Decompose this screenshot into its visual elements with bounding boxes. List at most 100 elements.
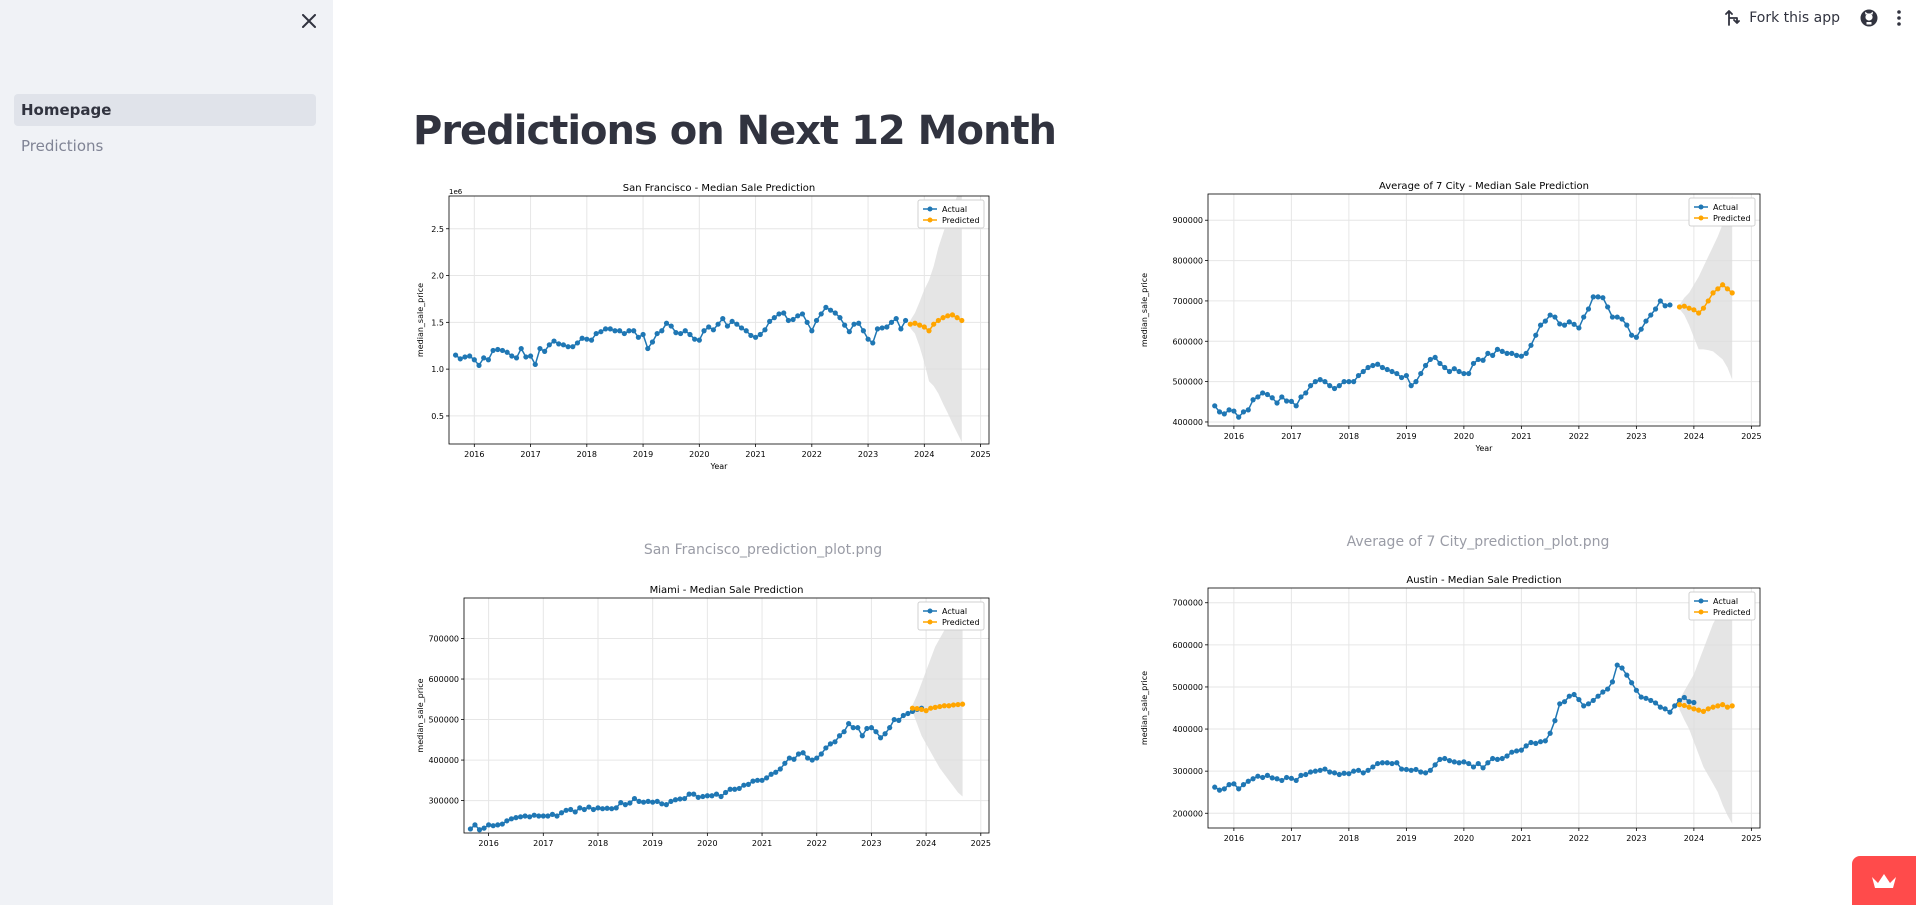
- chart-austin-actual-point-31: [1360, 770, 1366, 776]
- chart-miami-actual-point-50: [695, 794, 701, 800]
- chart-avg-actual-point-41: [1408, 383, 1414, 389]
- chart-austin-actual-point-34: [1375, 760, 1381, 767]
- chart-sf-actual-point-58: [724, 323, 731, 329]
- chart-miami-actual-point-29: [599, 806, 606, 812]
- chart-austin-ytick-label-5: 700000: [1172, 599, 1203, 608]
- chart-austin-actual-point-85: [1619, 665, 1625, 671]
- chart-austin-actual-point-74: [1566, 693, 1572, 699]
- chart-avg-actual-point-67: [1533, 332, 1539, 338]
- chart-austin-actual-point-44: [1422, 770, 1429, 776]
- chart-austin-actual-point-22: [1317, 767, 1323, 773]
- chart-miami-actual-point-54: [713, 791, 720, 797]
- chart-miami-actual-point-10: [513, 815, 519, 821]
- chart-austin-actual-point-66: [1528, 739, 1534, 746]
- chart-miami-actual-point-36: [631, 795, 638, 802]
- chart-sf-xtick-label-4: 2020: [689, 450, 709, 459]
- main-menu-button[interactable]: [1896, 10, 1902, 26]
- chart-austin-actual-point-70: [1547, 730, 1553, 736]
- chart-austin-actual-point-39: [1399, 766, 1405, 772]
- chart-sf-actual-point-24: [565, 344, 571, 350]
- chart-avg-actual-point-91: [1648, 312, 1654, 318]
- chart-miami-actual-point-14: [531, 812, 537, 818]
- fork-app-button[interactable]: Fork this app: [1725, 9, 1840, 27]
- chart-avg-actual-point-71: [1552, 314, 1558, 320]
- chart-miami-actual-point-79: [827, 741, 834, 747]
- chart-miami-actual-point-82: [841, 729, 847, 735]
- chart-miami-predicted-point-7: [941, 703, 947, 709]
- chart-austin-xtick-label-2: 2018: [1339, 834, 1359, 843]
- chart-austin-actual-point-84: [1614, 662, 1620, 668]
- chart-miami-ylabel: median_sale_price: [416, 678, 425, 752]
- chart-avg-actual-point-27: [1341, 379, 1347, 385]
- chart-miami: Miami - Median Sale Prediction 2016 2017 20…: [413, 582, 1113, 905]
- chart-sf-actual-point-89: [870, 340, 876, 346]
- chart-sf-actual-point-84: [846, 329, 852, 335]
- chart-austin-predicted-point-6: [1705, 706, 1711, 712]
- chart-avg-actual-point-72: [1557, 321, 1563, 327]
- chart-miami-xtick-label-6: 2022: [807, 839, 827, 848]
- close-sidebar-button[interactable]: [296, 8, 322, 34]
- chart-sf-legend-marker-1: [927, 217, 933, 223]
- chart-austin-actual-point-98: [1681, 694, 1687, 701]
- chart-sf-actual-point-25: [570, 344, 576, 350]
- chart-sf-actual-point-20: [546, 342, 552, 348]
- chart-sf-predicted-point-8: [945, 313, 951, 319]
- chart-austin-actual-point-27: [1341, 770, 1347, 776]
- chart-sf-actual-point-47: [673, 330, 679, 336]
- chart-avg-predicted-point-0: [1676, 304, 1683, 310]
- chart-miami-actual-point-80: [832, 739, 838, 745]
- chart-avg-actual-point-4: [1231, 408, 1237, 414]
- chart-sf-actual-point-54: [706, 324, 712, 330]
- chart-austin-actual-point-59: [1494, 756, 1501, 762]
- chart-austin-actual-point-93: [1657, 704, 1663, 710]
- chart-austin-predicted-point-9: [1720, 702, 1726, 708]
- chart-sf-predicted-point-7: [940, 315, 946, 321]
- nav-item-homepage[interactable]: Homepage: [14, 94, 316, 126]
- nav-item-predictions[interactable]: Predictions: [14, 130, 316, 162]
- chart-sf-ytick-label-2: 1.5: [431, 318, 444, 327]
- github-button[interactable]: [1860, 9, 1878, 27]
- chart-miami-actual-point-59: [736, 785, 742, 792]
- chart-sf-actual-point-41: [645, 345, 651, 352]
- chart-miami-xtick-label-7: 2023: [861, 839, 881, 848]
- chart-avg-actual-point-64: [1518, 353, 1524, 359]
- chart-sf-actual-point-86: [856, 320, 862, 326]
- chart-miami-actual-point-44: [668, 798, 674, 804]
- chart-avg-actual-point-94: [1662, 303, 1668, 309]
- chart-sf-actual-point-85: [851, 321, 857, 327]
- chart-avg-actual-point-24: [1327, 383, 1333, 389]
- chart-sf-actual-point-79: [823, 304, 829, 310]
- chart-miami-actual-point-25: [581, 806, 587, 813]
- chart-miami-actual-point-8: [504, 818, 510, 824]
- chart-avg-actual-point-80: [1595, 294, 1601, 300]
- chart-austin-ytick-label-2: 400000: [1172, 725, 1203, 734]
- chart-austin-predicted-point-4: [1696, 707, 1702, 713]
- chart-miami-actual-point-86: [859, 733, 865, 739]
- chart-avg-predicted-point-8: [1715, 286, 1721, 292]
- chart-sf-actual-point-29: [588, 337, 595, 343]
- chart-sf-y-scale-label: 1e6: [449, 188, 463, 196]
- streamlit-badge[interactable]: [1852, 856, 1916, 905]
- chart-sf-actual-point-2: [462, 354, 468, 360]
- chart-austin-actual-point-6: [1240, 782, 1247, 788]
- chart-avg-axes-frame: [1207, 193, 1761, 427]
- chart-miami-actual-point-49: [691, 791, 697, 797]
- chart-sf-actual-point-93: [888, 319, 895, 325]
- chart-austin-ytick-label-0: 200000: [1172, 809, 1203, 818]
- chart-sf-actual-point-10: [499, 347, 506, 354]
- chart-sf-actual-point-36: [621, 330, 627, 337]
- chart-miami-actual-point-11: [517, 814, 524, 820]
- chart-miami-xtick-label-2: 2018: [588, 839, 608, 848]
- chart-miami-xtick-label-9: 2025: [971, 839, 991, 848]
- chart-austin-predicted-point-8: [1715, 703, 1721, 709]
- chart-sf-xlabel: Year: [710, 462, 729, 471]
- chart-sf-predicted-point-2: [917, 322, 923, 328]
- chart-sf-actual-point-50: [687, 331, 693, 338]
- chart-sf-xtick-label-6: 2022: [802, 450, 822, 459]
- chart-sf-actual-point-64: [752, 334, 759, 340]
- chart-avg-legend-label-1: Predicted: [1713, 214, 1751, 223]
- chart-austin-legend-label-0: Actual: [1713, 597, 1738, 606]
- chart-avg-actual-point-28: [1346, 379, 1352, 385]
- chart-austin-actual-point-30: [1355, 767, 1362, 773]
- chart-avg-actual-point-85: [1619, 316, 1625, 322]
